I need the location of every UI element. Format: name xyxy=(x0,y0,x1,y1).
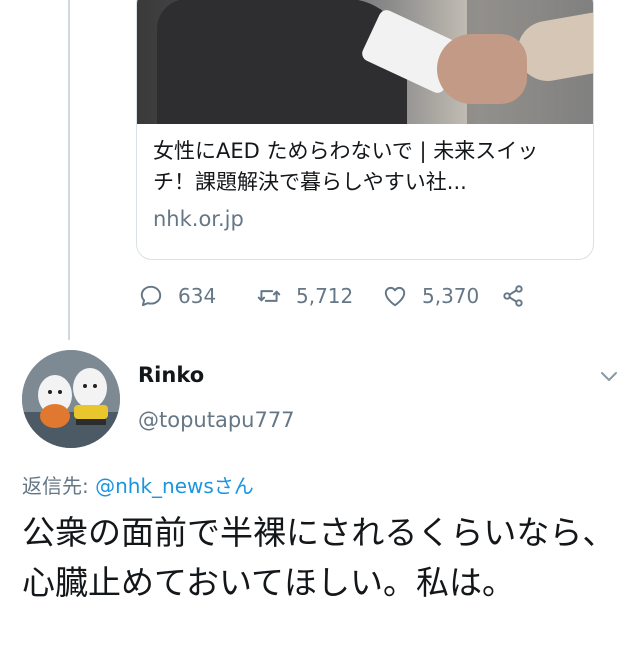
replying-to-mention[interactable]: @nhk_newsさん xyxy=(95,474,254,498)
tweet-action-bar: 634 5,712 5,370 xyxy=(138,278,526,314)
comment-icon xyxy=(140,285,162,307)
thread-connector-line xyxy=(68,0,70,340)
display-name[interactable]: Rinko xyxy=(138,363,204,387)
tweet-text: 公衆の面前で半裸にされるくらいなら、心臓止めておいてほしい。私は。 xyxy=(22,513,616,602)
like-button[interactable]: 5,370 xyxy=(382,283,500,309)
retweet-icon xyxy=(257,290,281,302)
heart-icon xyxy=(384,286,406,307)
replying-to: 返信先: @nhk_newsさん xyxy=(22,470,254,499)
chevron-down-icon[interactable] xyxy=(597,364,621,388)
like-count: 5,370 xyxy=(422,284,480,308)
link-preview-title: 女性にAED ためらわないで | 未来スイッチ！課題解決で暮らしやすい社... xyxy=(153,139,539,194)
share-button[interactable] xyxy=(500,283,526,309)
share-icon xyxy=(503,285,523,307)
retweet-count: 5,712 xyxy=(296,284,354,308)
link-preview-domain: nhk.or.jp xyxy=(153,207,244,231)
replying-to-label: 返信先: xyxy=(22,474,96,498)
reply-button[interactable]: 634 xyxy=(138,283,256,309)
avatar[interactable] xyxy=(22,350,120,448)
reply-count: 634 xyxy=(178,284,217,308)
link-preview-card[interactable]: 女性にAED ためらわないで | 未来スイッチ！課題解決で暮らしやすい社... … xyxy=(136,0,594,260)
user-handle[interactable]: @toputapu777 xyxy=(138,408,295,432)
avatar-image xyxy=(22,350,120,448)
retweet-button[interactable]: 5,712 xyxy=(256,283,382,309)
link-preview-image xyxy=(137,0,593,124)
